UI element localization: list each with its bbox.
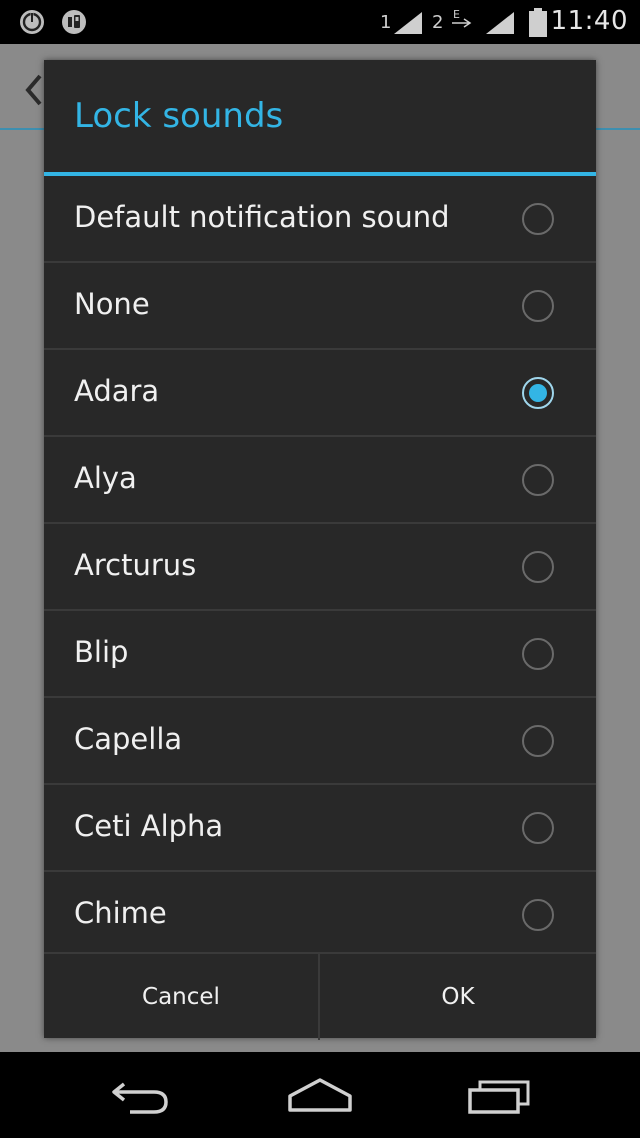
back-icon[interactable]	[110, 1076, 172, 1116]
power-icon	[20, 10, 44, 34]
sim1-label: 1	[380, 12, 392, 33]
option-label: Default notification sound	[74, 200, 450, 234]
ok-button[interactable]: OK	[320, 954, 596, 1040]
option-row-alya[interactable]: Alya	[44, 437, 596, 524]
signal-sim2-icon	[486, 12, 514, 34]
radio-button-selected[interactable]	[522, 377, 554, 409]
radio-button[interactable]	[522, 812, 554, 844]
up-navigation-icon	[25, 74, 42, 106]
option-label: Alya	[74, 461, 137, 495]
sound-options-list[interactable]: Default notification sound None Adara Al…	[44, 176, 596, 952]
option-label: Chime	[74, 896, 167, 930]
svg-text:E: E	[453, 8, 460, 21]
dialog-title: Lock sounds	[74, 96, 284, 136]
option-label: Capella	[74, 722, 183, 756]
option-row-capella[interactable]: Capella	[44, 698, 596, 785]
lock-sounds-dialog: Lock sounds Default notification sound N…	[44, 60, 596, 1040]
sim2-label: 2	[432, 12, 444, 33]
radio-button[interactable]	[522, 203, 554, 235]
option-row-ceti-alpha[interactable]: Ceti Alpha	[44, 785, 596, 872]
screen: 1 2 E 11:40 Lock sounds Default notifica…	[0, 0, 640, 1138]
navigation-bar	[0, 1052, 640, 1138]
option-row-none[interactable]: None	[44, 263, 596, 350]
radio-button[interactable]	[522, 725, 554, 757]
option-label: Ceti Alpha	[74, 809, 224, 843]
signal-sim1-icon	[394, 12, 422, 34]
radio-button[interactable]	[522, 464, 554, 496]
option-label: Adara	[74, 374, 160, 408]
option-label: None	[74, 287, 150, 321]
option-row-default-notification-sound[interactable]: Default notification sound	[44, 176, 596, 263]
option-row-arcturus[interactable]: Arcturus	[44, 524, 596, 611]
radio-button[interactable]	[522, 290, 554, 322]
home-icon[interactable]	[286, 1076, 354, 1116]
data-icon: E	[452, 8, 472, 28]
recents-icon[interactable]	[466, 1076, 532, 1116]
option-row-adara[interactable]: Adara	[44, 350, 596, 437]
battery-icon	[529, 8, 547, 37]
status-bar: 1 2 E 11:40	[0, 0, 640, 44]
option-row-blip[interactable]: Blip	[44, 611, 596, 698]
radio-button[interactable]	[522, 638, 554, 670]
media-icon	[62, 10, 86, 34]
option-label: Blip	[74, 635, 129, 669]
option-row-chime[interactable]: Chime	[44, 872, 596, 952]
status-time: 11:40	[550, 6, 628, 36]
dialog-button-bar: Cancel OK	[44, 952, 596, 1040]
radio-button[interactable]	[522, 899, 554, 931]
cancel-button[interactable]: Cancel	[44, 954, 320, 1040]
option-label: Arcturus	[74, 548, 197, 582]
radio-button[interactable]	[522, 551, 554, 583]
